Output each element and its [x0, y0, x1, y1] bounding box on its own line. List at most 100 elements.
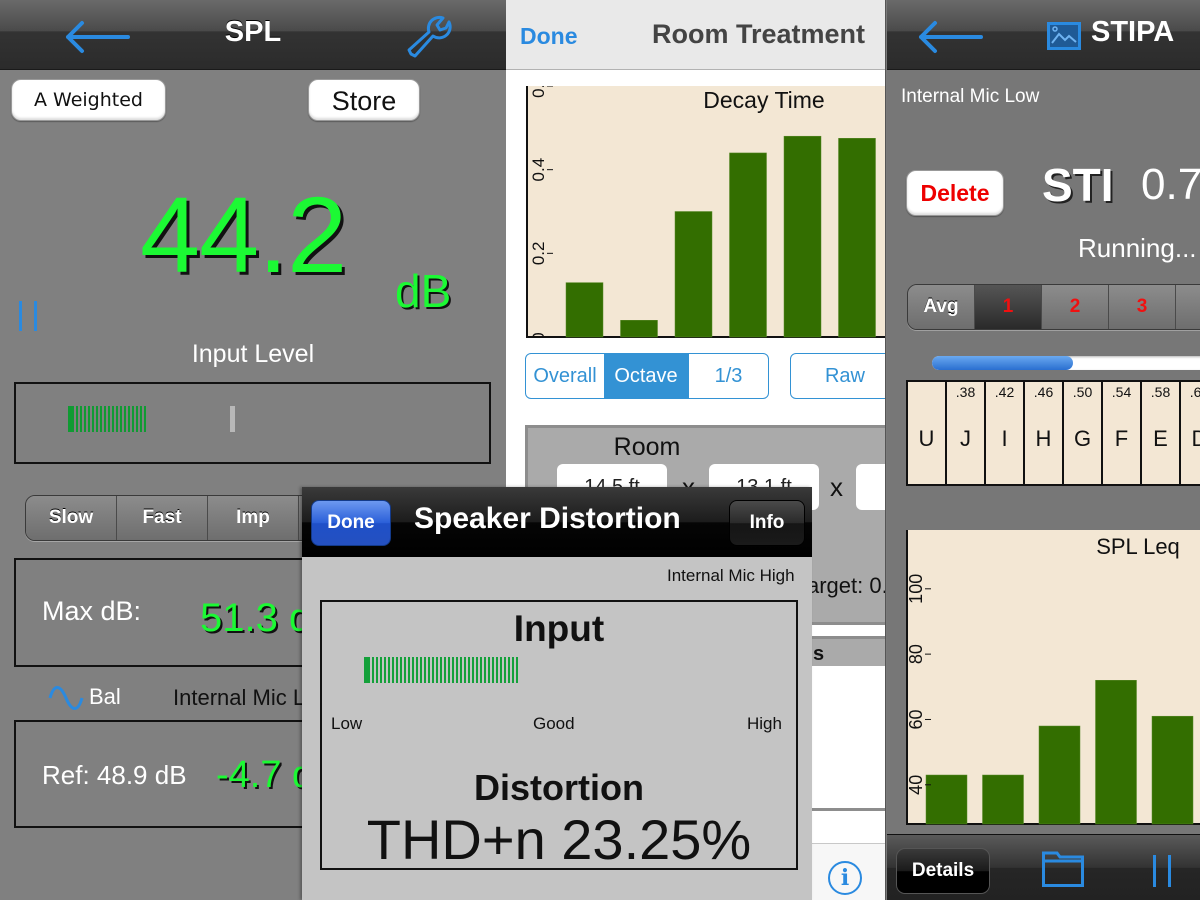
- meter-segment: [496, 657, 498, 683]
- meter-segment: [392, 657, 394, 683]
- meter-segment: [476, 657, 478, 683]
- meter-segment: [376, 657, 378, 683]
- meter-segment: [416, 657, 418, 683]
- meter-segment: [452, 657, 454, 683]
- input-level-label: Input Level: [191, 340, 315, 368]
- decay-time-chart: 0 0.2 0.4 0.6 Decay Time: [526, 86, 885, 338]
- sine-wave-icon[interactable]: [48, 684, 84, 712]
- room-height-field[interactable]: [856, 464, 885, 510]
- y-tick-label: 0.2: [529, 242, 548, 266]
- mode-octave[interactable]: Octave: [604, 354, 688, 398]
- response-mode-fast[interactable]: Fast: [117, 496, 208, 540]
- meter-segment: [104, 406, 106, 432]
- y-tick-label: 40: [906, 775, 926, 795]
- sti-scale-letter: F: [1114, 426, 1129, 451]
- info-icon[interactable]: i: [828, 861, 862, 895]
- meter-segment: [488, 657, 490, 683]
- meter-segment: [396, 657, 398, 683]
- stipa-toolbar: Details: [887, 834, 1200, 900]
- spl-reading-unit: dB: [395, 265, 452, 317]
- bar: [838, 138, 876, 338]
- thd-value: THD+n 23.25%: [366, 808, 752, 871]
- response-mode-slow[interactable]: Slow: [26, 496, 117, 540]
- delete-button[interactable]: Delete: [906, 170, 1004, 216]
- y-tick-label: 0.6: [529, 86, 548, 98]
- meter-segment: [404, 657, 406, 683]
- level-marker: [230, 406, 235, 432]
- back-arrow-icon[interactable]: [917, 20, 983, 54]
- run-1[interactable]: 1: [975, 285, 1042, 329]
- run-3[interactable]: 3: [1109, 285, 1176, 329]
- sti-scale-letter: D: [1191, 426, 1200, 451]
- spl-nav-bar: SPL: [0, 0, 506, 70]
- pause-icon[interactable]: [19, 301, 39, 331]
- run-4[interactable]: [1176, 285, 1200, 329]
- meter-segment: [456, 657, 458, 683]
- sti-scale-value: .38: [955, 384, 976, 400]
- meter-segment: [484, 657, 486, 683]
- done-button[interactable]: Done: [311, 500, 391, 546]
- sti-scale-cell: .58 E: [1142, 382, 1181, 484]
- store-button[interactable]: Store: [308, 79, 420, 121]
- stipa-nav-bar: STIPA: [887, 0, 1200, 70]
- meter-segment: [432, 657, 434, 683]
- meter-segment: [384, 657, 386, 683]
- run-selector: Avg 1 2 3: [907, 284, 1200, 330]
- info-button[interactable]: Info: [729, 500, 805, 546]
- input-level-meter: [14, 382, 491, 464]
- sti-scale-value: .58: [1150, 384, 1171, 400]
- meter-segment: [508, 657, 510, 683]
- details-button[interactable]: Details: [896, 848, 990, 894]
- meter-segment: [144, 406, 146, 432]
- pause-icon[interactable]: [1153, 855, 1173, 887]
- band-mode-control: Overall Octave 1/3: [525, 353, 769, 399]
- sti-scale-cell: .38 J: [947, 382, 986, 484]
- wrench-icon[interactable]: [405, 14, 453, 58]
- sti-scale: U .38 J .42 I .46 H .50 G .54 F .58 E .62 D: [906, 380, 1200, 486]
- max-db-label: Max dB:: [42, 596, 142, 626]
- scale-good-label: Good: [533, 714, 575, 733]
- level-bar: [68, 406, 146, 432]
- image-icon[interactable]: [1047, 22, 1081, 50]
- progress-bar: [932, 356, 1200, 370]
- meter-segment: [512, 657, 514, 683]
- run-2[interactable]: 2: [1042, 285, 1109, 329]
- raw-button[interactable]: Raw: [790, 353, 885, 399]
- done-button[interactable]: Done: [520, 23, 578, 50]
- bar: [1095, 680, 1137, 825]
- meter-segment: [412, 657, 414, 683]
- balance-label[interactable]: Bal: [89, 684, 121, 710]
- meter-segment: [136, 406, 138, 432]
- meter-segment: [80, 406, 82, 432]
- dim-separator: x: [830, 472, 843, 502]
- sti-scale-cell: .54 F: [1103, 382, 1142, 484]
- stipa-panel: STIPA Internal Mic Low Delete STI 0.7 Ru…: [887, 0, 1200, 900]
- bar: [674, 211, 713, 338]
- meter-segment: [388, 657, 390, 683]
- sti-scale-cell: .42 I: [986, 382, 1025, 484]
- meter-segment: [140, 406, 142, 432]
- meter-segment: [372, 657, 374, 683]
- meter-segment: [132, 406, 134, 432]
- bar: [1151, 715, 1194, 825]
- spl-leq-chart: 40 60 80 100 SPL Leq: [906, 530, 1200, 825]
- meter-segment: [500, 657, 502, 683]
- mode-third[interactable]: 1/3: [688, 354, 768, 398]
- sti-scale-letter: U: [918, 426, 935, 451]
- speaker-distortion-panel: Done Speaker Distortion Info Internal Mi…: [302, 487, 812, 900]
- meter-segment: [472, 657, 474, 683]
- run-avg[interactable]: Avg: [908, 285, 975, 329]
- response-mode-imp[interactable]: Imp: [208, 496, 299, 540]
- meter-segment: [504, 657, 506, 683]
- meter-segment: [380, 657, 382, 683]
- meter-segment: [436, 657, 438, 683]
- bar: [565, 282, 604, 338]
- meter-segment: [440, 657, 442, 683]
- chart-title: Decay Time: [703, 87, 824, 113]
- meter-segment: [68, 406, 74, 432]
- mode-overall[interactable]: Overall: [526, 354, 604, 398]
- scale-low-label: Low: [331, 714, 363, 733]
- weighting-button[interactable]: A Weighted: [11, 79, 166, 121]
- folder-icon[interactable]: [1042, 851, 1084, 887]
- distortion-box: Input Low Good High Distortion THD+n 23.…: [320, 600, 798, 871]
